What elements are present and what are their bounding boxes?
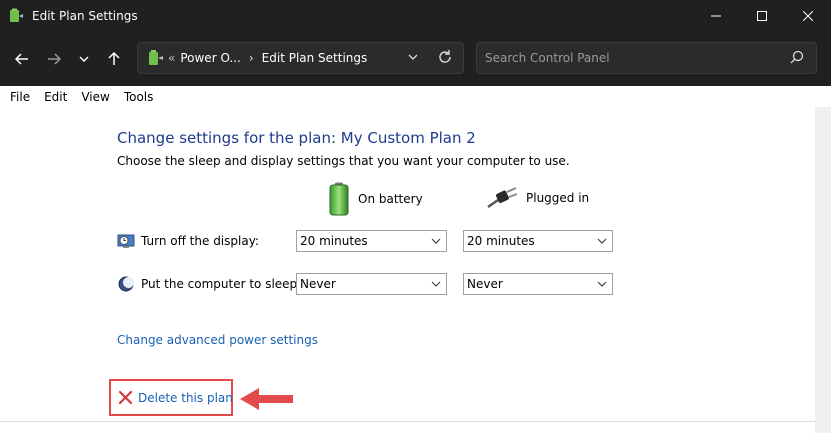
sleep-moon-icon <box>118 276 134 292</box>
chevron-down-icon <box>79 56 89 62</box>
close-button[interactable] <box>785 0 831 32</box>
breadcrumb-separator-icon: › <box>248 51 254 65</box>
delete-plan-link[interactable]: Delete this plan <box>138 391 233 405</box>
turn-off-display-label: Turn off the display: <box>141 234 259 248</box>
pointer-arrow-icon <box>240 388 293 410</box>
search-box[interactable] <box>476 42 817 74</box>
sleep-plugged-value: Never <box>467 277 503 291</box>
sleep-label: Put the computer to sleep: <box>141 277 302 291</box>
on-battery-label: On battery <box>358 192 423 206</box>
display-timer-icon <box>117 234 135 248</box>
page-title: Change settings for the plan: My Custom … <box>117 129 476 147</box>
chevron-down-icon[interactable] <box>407 51 419 63</box>
chevron-down-icon <box>431 281 441 287</box>
delete-plan-item[interactable]: Delete this plan <box>118 390 233 405</box>
power-options-icon <box>10 8 23 22</box>
delete-x-icon <box>118 390 133 405</box>
row-turn-off-display: Turn off the display: <box>117 232 259 250</box>
main-content: Change settings for the plan: My Custom … <box>0 107 815 433</box>
sleep-battery-select[interactable]: Never <box>296 273 447 295</box>
menu-view[interactable]: View <box>74 90 116 104</box>
close-icon <box>803 11 813 21</box>
vertical-scrollbar[interactable] <box>815 107 831 433</box>
menu-file[interactable]: File <box>0 90 37 104</box>
forward-button[interactable] <box>39 44 69 74</box>
up-button[interactable] <box>99 44 129 74</box>
display-battery-select[interactable]: 20 minutes <box>296 230 447 252</box>
title-bar: Edit Plan Settings <box>0 0 831 32</box>
page-description: Choose the sleep and display settings th… <box>117 154 570 168</box>
menu-tools[interactable]: Tools <box>117 90 161 104</box>
battery-icon <box>329 182 349 216</box>
refresh-icon[interactable] <box>437 49 453 65</box>
window-controls <box>693 0 831 32</box>
window-title: Edit Plan Settings <box>32 9 138 23</box>
bottom-divider <box>0 421 815 422</box>
menu-edit[interactable]: Edit <box>37 90 74 104</box>
power-plug-icon <box>487 187 518 209</box>
chevron-down-icon <box>597 281 607 287</box>
display-plugged-value: 20 minutes <box>467 234 535 248</box>
navigation-bar: « Power O... › Edit Plan Settings <box>0 32 831 86</box>
chevron-down-icon <box>597 238 607 244</box>
maximize-button[interactable] <box>739 0 785 32</box>
arrow-right-icon <box>48 53 61 65</box>
maximize-icon <box>757 11 767 21</box>
column-header-plugged-in: Plugged in <box>486 187 589 209</box>
display-battery-value: 20 minutes <box>300 234 368 248</box>
breadcrumb-power-options[interactable]: Power O... <box>180 51 241 65</box>
advanced-power-settings-link[interactable]: Change advanced power settings <box>117 333 318 347</box>
search-input[interactable] <box>485 51 775 65</box>
menu-bar: File Edit View Tools <box>0 86 831 107</box>
power-options-icon <box>149 50 163 65</box>
minimize-icon <box>711 15 721 17</box>
breadcrumb-edit-plan-settings[interactable]: Edit Plan Settings <box>262 51 368 65</box>
search-icon[interactable] <box>790 50 804 64</box>
sleep-battery-value: Never <box>300 277 336 291</box>
row-sleep: Put the computer to sleep: <box>117 275 301 293</box>
address-bar[interactable]: « Power O... › Edit Plan Settings <box>137 42 464 74</box>
sleep-plugged-select[interactable]: Never <box>463 273 613 295</box>
arrow-up-icon <box>108 52 120 65</box>
plugged-in-label: Plugged in <box>526 191 590 205</box>
chevron-down-icon <box>431 238 441 244</box>
arrow-left-icon <box>15 53 28 65</box>
recent-locations-button[interactable] <box>69 44 99 74</box>
double-chevron-icon: « <box>168 51 176 65</box>
display-plugged-select[interactable]: 20 minutes <box>463 230 613 252</box>
column-header-on-battery: On battery <box>328 182 423 216</box>
minimize-button[interactable] <box>693 0 739 32</box>
back-button[interactable] <box>7 44 37 74</box>
